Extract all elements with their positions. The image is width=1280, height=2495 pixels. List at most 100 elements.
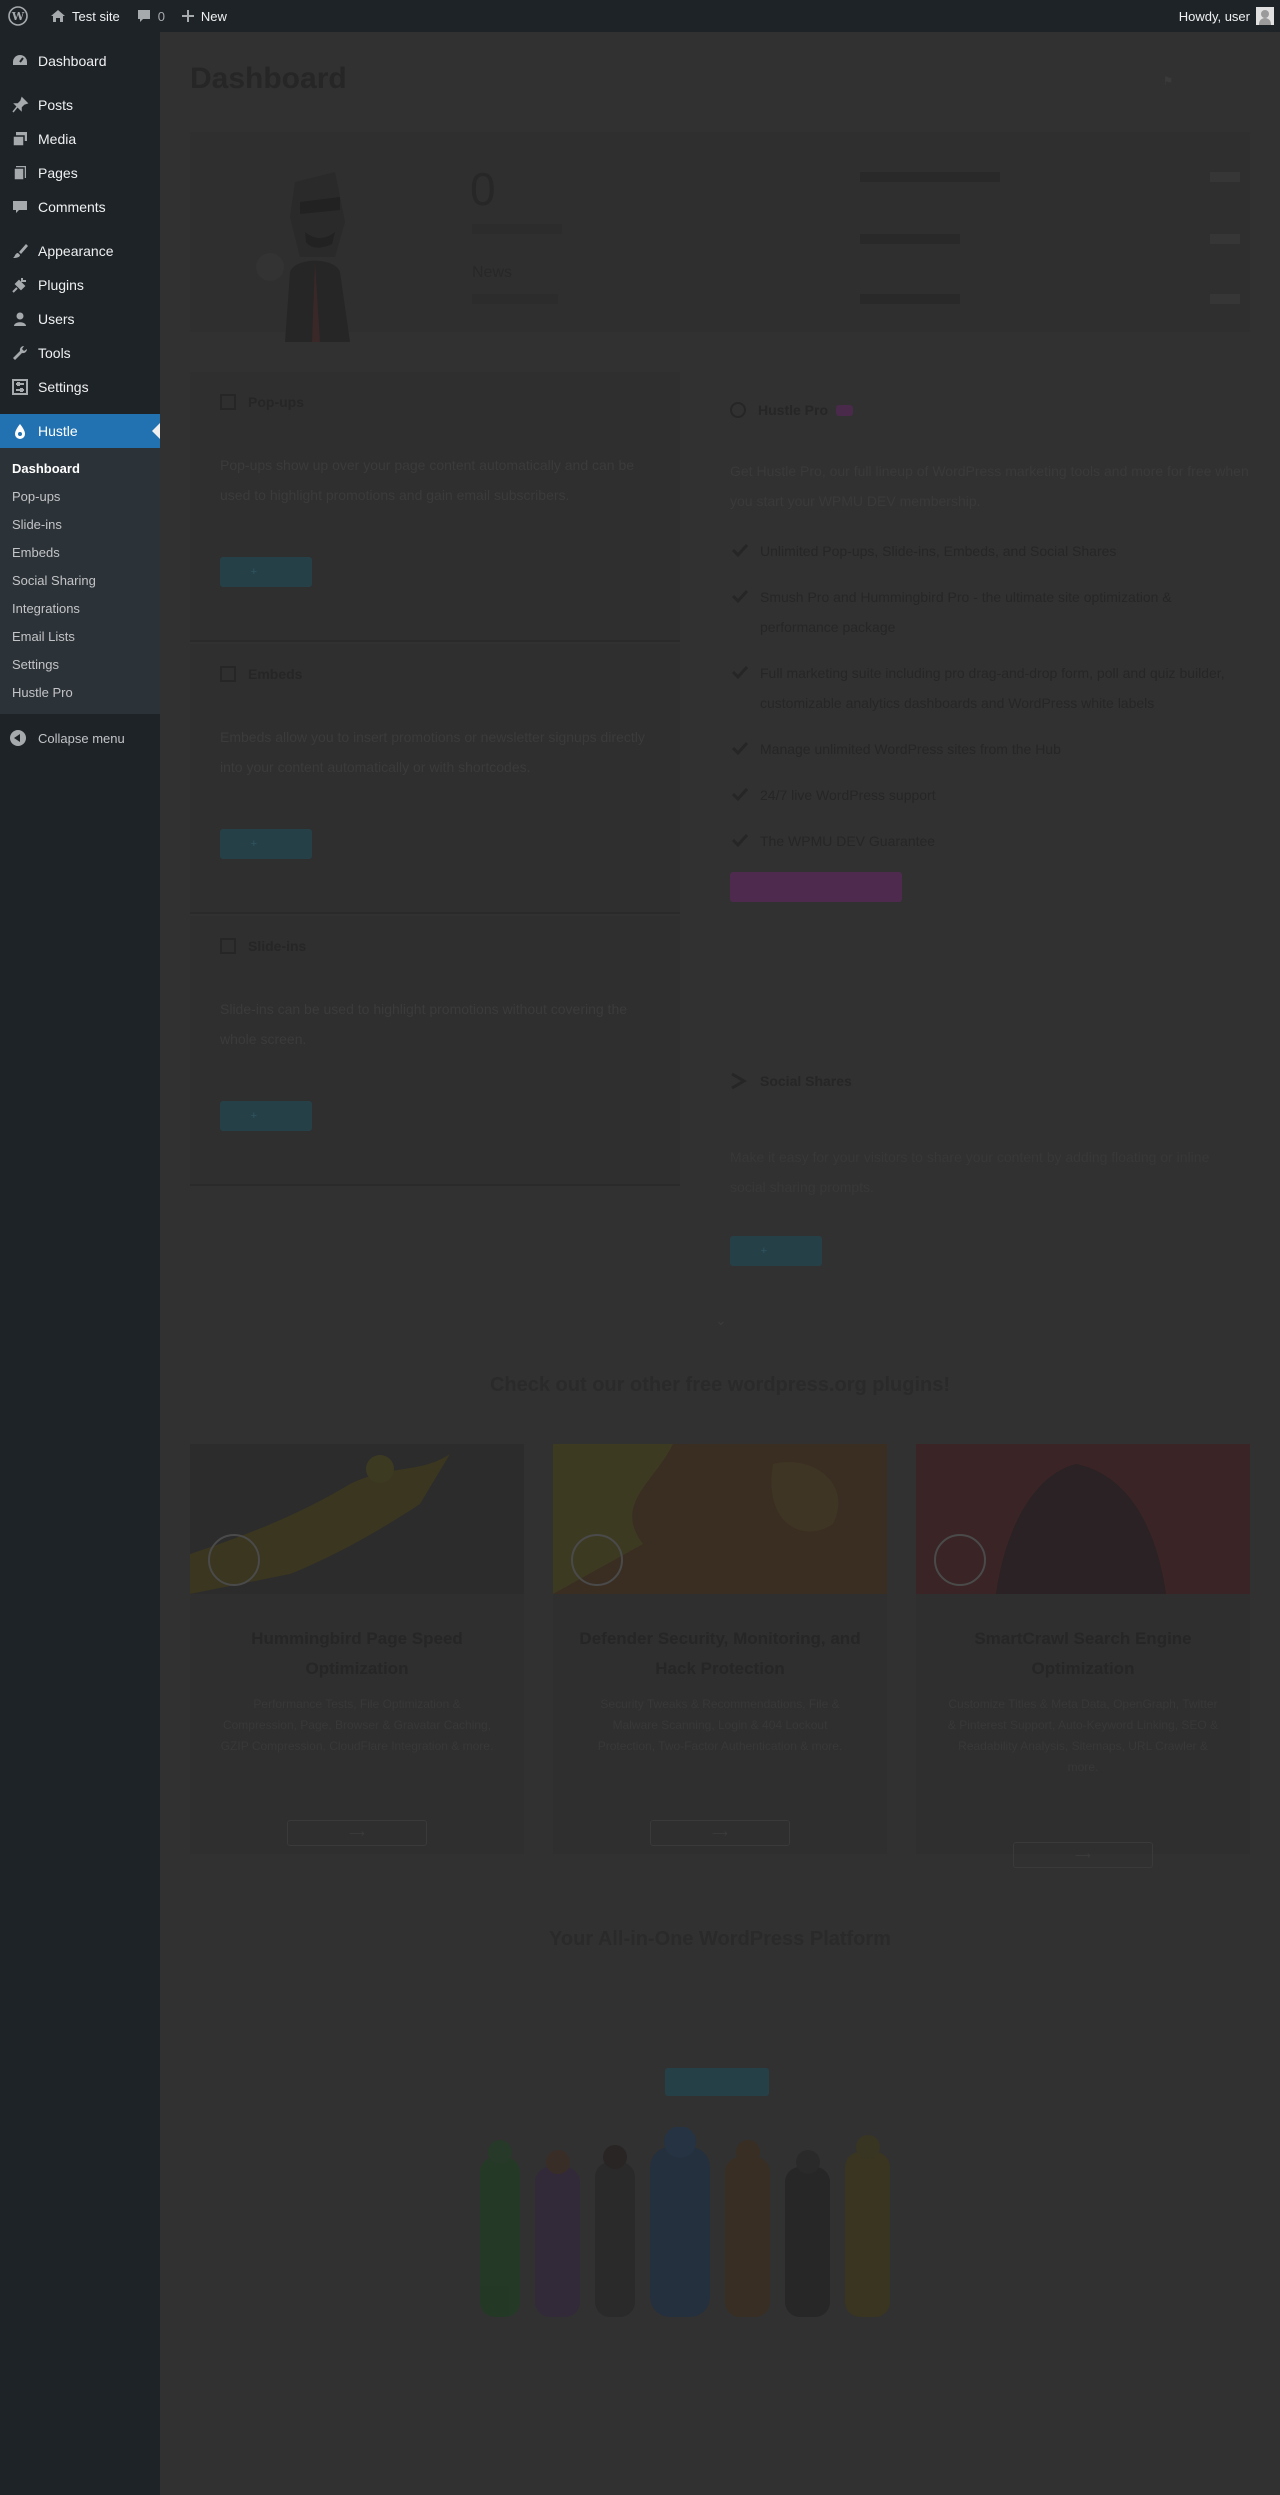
submenu-item-settings[interactable]: Settings [0, 650, 160, 678]
wordpress-logo-icon[interactable]: W [0, 0, 42, 32]
sidebar-item-label: Users [38, 311, 75, 327]
main-content: Dashboard ⚑ 0 News Pop-ups Pop-ups show … [160, 32, 1280, 2495]
pro-badge [836, 404, 853, 416]
social-title-text: Social Shares [760, 1073, 852, 1089]
sidebar-item-label: Settings [38, 379, 89, 395]
site-name: Test site [72, 8, 120, 24]
platform-learn-more-button[interactable] [665, 2068, 769, 2096]
my-account-link[interactable]: Howdy, user [1171, 0, 1280, 32]
embeds-card-description: Embeds allow you to insert promotions or… [220, 729, 645, 775]
scroll-down-icon: ⌄ [715, 1312, 727, 1328]
embed-module-icon [220, 666, 236, 682]
submenu-item-email-lists[interactable]: Email Lists [0, 622, 160, 650]
hummingbird-view-button[interactable]: ⟶ [287, 1820, 427, 1846]
submenu-item-hustle-pro[interactable]: Hustle Pro [0, 678, 160, 706]
collapse-menu-button[interactable]: Collapse menu [0, 720, 160, 756]
new-content-link[interactable]: New [173, 0, 235, 32]
plugin-description: Performance Tests, File Optimization & C… [220, 1697, 494, 1753]
comment-icon [10, 197, 30, 217]
try-pro-button[interactable] [730, 872, 902, 902]
sidebar-item-label: Hustle [38, 423, 78, 439]
user-icon [10, 309, 30, 329]
platform-heading: Your All-in-One WordPress Platform [549, 1928, 891, 1950]
feature-item: Manage unlimited WordPress sites from th… [730, 734, 1250, 764]
sidebar-item-label: Appearance [38, 243, 114, 259]
check-icon [732, 589, 748, 604]
popups-card: Pop-ups Pop-ups show up over your page c… [190, 372, 680, 642]
card-title-text: Embeds [248, 666, 303, 682]
sidebar-item-label: Tools [38, 345, 71, 361]
sidebar-item-plugins[interactable]: Plugins [0, 268, 160, 302]
home-icon [51, 10, 65, 22]
feature-text: 24/7 live WordPress support [760, 787, 936, 803]
slideins-card-title: Slide-ins [220, 938, 306, 954]
admin-sidebar: Dashboard Posts Media Pages Comments App… [0, 32, 160, 2495]
hustle-icon [10, 421, 30, 441]
submenu-item-integrations[interactable]: Integrations [0, 594, 160, 622]
hustle-pro-icon [730, 402, 746, 418]
sidebar-item-settings[interactable]: Settings [0, 370, 160, 404]
sidebar-item-pages[interactable]: Pages [0, 156, 160, 190]
sidebar-item-comments[interactable]: Comments [0, 190, 160, 224]
smartcrawl-view-button[interactable]: ⟶ [1013, 1842, 1153, 1868]
wrench-icon [10, 343, 30, 363]
media-icon [10, 129, 30, 149]
sidebar-item-users[interactable]: Users [0, 302, 160, 336]
superheroes-illustration [480, 2127, 890, 2317]
plugin-title: SmartCrawl Search Engine Optimization [974, 1629, 1192, 1678]
sidebar-item-tools[interactable]: Tools [0, 336, 160, 370]
admin-bar: W Test site 0 New Howdy, user [0, 0, 1280, 32]
submenu-item-embeds[interactable]: Embeds [0, 538, 160, 566]
hummingbird-icon [208, 1534, 260, 1586]
sidebar-item-appearance[interactable]: Appearance [0, 234, 160, 268]
card-title-text: Slide-ins [248, 938, 307, 954]
plugin-title: Defender Security, Monitoring, and Hack … [579, 1629, 861, 1678]
plugin-description: Security Tweaks & Recommendations, File … [597, 1697, 843, 1753]
pin-icon [10, 95, 30, 115]
platform-description [460, 1972, 980, 2002]
pro-title-text: Hustle Pro [758, 402, 829, 418]
footer-links [160, 2410, 1280, 2422]
summary-news-caption [472, 294, 558, 304]
new-label: New [200, 8, 227, 24]
plugins-heading: Check out our other free wordpress.org p… [489, 1374, 951, 1396]
plugin-title: Hummingbird Page Speed Optimization [251, 1629, 463, 1678]
sidebar-item-posts[interactable]: Posts [0, 88, 160, 122]
social-shares-title: Social Shares [730, 1072, 852, 1090]
embeds-create-button[interactable]: + [220, 829, 312, 859]
popups-create-button[interactable]: + [220, 557, 312, 587]
card-title-text: Pop-ups [248, 394, 304, 410]
sidebar-item-label: Posts [38, 97, 74, 113]
sidebar-item-label: Comments [38, 199, 106, 215]
site-name-link[interactable]: Test site [42, 0, 128, 32]
defender-view-button[interactable]: ⟶ [650, 1820, 790, 1846]
hustle-pro-description: Get Hustle Pro, our full lineup of WordP… [730, 463, 1249, 509]
sidebar-item-dashboard[interactable]: Dashboard [0, 44, 160, 78]
settings-icon [10, 377, 30, 397]
sidebar-item-hustle[interactable]: Hustle [0, 414, 160, 448]
svg-text:W: W [11, 10, 25, 23]
submenu-item-slide-ins[interactable]: Slide-ins [0, 510, 160, 538]
plugin-card-hummingbird: Hummingbird Page Speed Optimization Perf… [190, 1444, 524, 1854]
feature-item: 24/7 live WordPress support [730, 780, 1250, 810]
summary-count-caption [472, 224, 562, 234]
avatar [1256, 7, 1274, 25]
footer-text [160, 2360, 1280, 2374]
collapse-arrow-icon [10, 730, 26, 746]
plug-icon [10, 275, 30, 295]
page-title: Dashboard [190, 62, 347, 95]
comments-link[interactable]: 0 [128, 0, 173, 32]
slideins-create-button[interactable]: + [220, 1101, 312, 1131]
sidebar-item-media[interactable]: Media [0, 122, 160, 156]
feature-text: The WPMU DEV Guarantee [760, 833, 936, 849]
hustle-pro-title: Hustle Pro [730, 402, 1250, 418]
submenu-item-social-sharing[interactable]: Social Sharing [0, 566, 160, 594]
submenu-item-pop-ups[interactable]: Pop-ups [0, 482, 160, 510]
header-link-icon[interactable]: ⚑ [1163, 74, 1240, 88]
sidebar-item-label: Media [38, 131, 77, 147]
check-icon [732, 665, 748, 680]
social-shares-create-button[interactable]: + [730, 1236, 822, 1266]
submenu-item-dashboard[interactable]: Dashboard [0, 454, 160, 482]
check-icon [732, 741, 748, 756]
feature-text: Smush Pro and Hummingbird Pro - the ulti… [760, 589, 1172, 635]
